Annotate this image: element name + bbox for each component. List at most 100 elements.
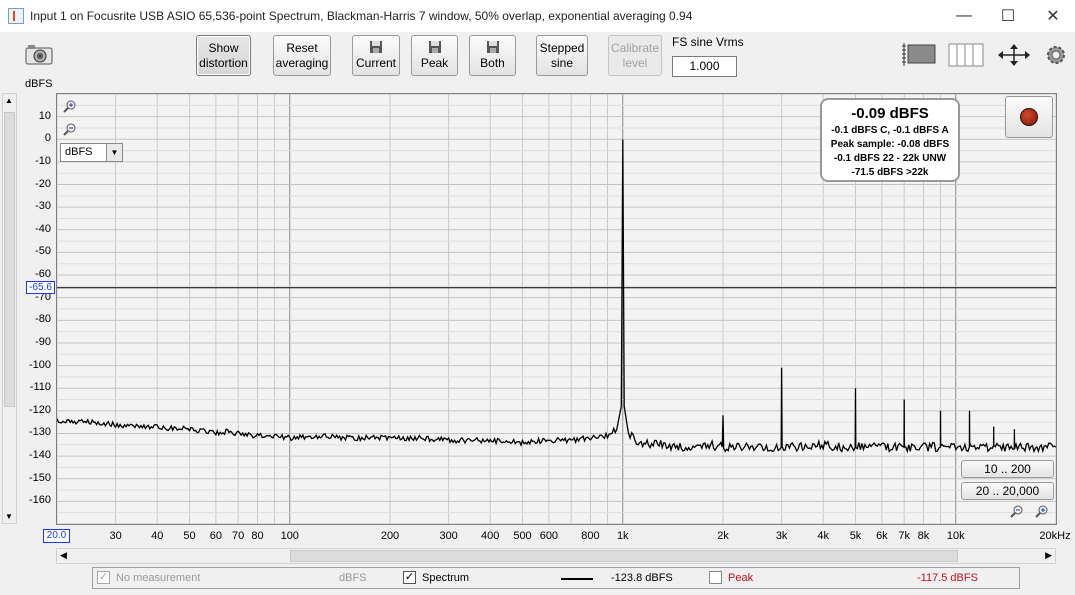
range-10-200-button[interactable]: 10 .. 200 (961, 460, 1054, 478)
stepped-sine-label-1: Stepped (539, 40, 585, 55)
y-tick-label: -120 (28, 403, 51, 416)
x-tick-label: 3k (775, 530, 788, 542)
settings-gear-icon[interactable] (1044, 43, 1068, 67)
y-tick-label: 0 (44, 132, 51, 145)
fs-sine-input[interactable]: 1.000 (672, 56, 737, 77)
move-arrows-icon[interactable] (996, 42, 1032, 68)
y-tick-label: -20 (35, 177, 51, 190)
x-tick-label: 500 (513, 530, 532, 542)
record-button[interactable] (1005, 96, 1053, 138)
x-tick-label: 400 (481, 530, 500, 542)
y-tick-label: 10 (38, 109, 51, 122)
y-tick-label: -140 (28, 449, 51, 462)
x-tick-label: 40 (151, 530, 164, 542)
zoom-out-x-icon[interactable] (1008, 504, 1024, 520)
y-tick-label: -160 (28, 494, 51, 507)
scroll-left-icon[interactable]: ◀ (60, 550, 67, 561)
readout-line-2: Peak sample: -0.08 dBFS (830, 139, 950, 150)
peak-label: Peak (420, 56, 449, 70)
x-tick-label: 600 (539, 530, 559, 542)
x-tick-label: 70 (232, 530, 245, 542)
x-tick-label: 800 (581, 530, 600, 542)
legend-bar: ✓ No measurement dBFS ✓ Spectrum -123.8 … (92, 567, 1020, 589)
record-icon (1020, 108, 1038, 126)
calibrate-level-label-2: level (622, 55, 648, 70)
x-tick-label: 10k (946, 530, 965, 542)
split-view-icon[interactable] (948, 43, 984, 67)
window-title: Input 1 on Focusrite USB ASIO 65,536-poi… (30, 9, 693, 23)
x-start-field[interactable]: 20.0 (43, 529, 70, 543)
current-label: Current (355, 56, 396, 70)
x-tick-label: 8k (917, 530, 930, 542)
unit-dropdown-value: dBFS (65, 146, 93, 158)
scroll-down-icon[interactable]: ▼ (5, 512, 13, 521)
graph-size-icon[interactable] (900, 42, 937, 68)
h-scroll-thumb[interactable] (290, 550, 958, 562)
title-bar: Input 1 on Focusrite USB ASIO 65,536-poi… (0, 0, 1075, 32)
x-end-label: 20kHz (1039, 530, 1071, 542)
spectrum-value: -123.8 dBFS (611, 572, 673, 584)
no-measurement-unit: dBFS (339, 572, 367, 584)
x-tick-label: 60 (209, 530, 222, 542)
y-tick-label: -40 (35, 222, 51, 235)
level-readout: -0.09 dBFS -0.1 dBFS C, -0.1 dBFS A Peak… (820, 98, 960, 182)
peak-legend-label: Peak (728, 572, 754, 584)
save-peak-button[interactable]: Peak (411, 35, 458, 76)
x-tick-label: 4k (817, 530, 830, 542)
zoom-out-y-icon[interactable] (61, 122, 77, 138)
y-tick-label: -150 (28, 471, 51, 484)
x-tick-label: 80 (251, 530, 264, 542)
save-both-button[interactable]: Both (469, 35, 516, 76)
reset-averaging-label-1: Reset (286, 40, 318, 55)
spectrum-checkbox[interactable]: ✓ (403, 571, 416, 584)
reset-averaging-label-2: averaging (275, 55, 329, 70)
y-tick-label: -130 (28, 426, 51, 439)
readout-main: -0.09 dBFS (851, 105, 929, 122)
spectrum-line-swatch (561, 578, 593, 580)
y-axis-unit: dBFS (25, 78, 53, 90)
x-tick-label: 50 (183, 530, 196, 542)
readout-line-3: -0.1 dBFS 22 - 22k UNW (833, 153, 947, 164)
y-tick-label: -80 (35, 313, 51, 326)
x-tick-label: 300 (439, 530, 458, 542)
minimize-button[interactable]: — (941, 0, 987, 32)
scroll-up-icon[interactable]: ▲ (5, 96, 13, 105)
y-tick-label: -60 (35, 268, 51, 281)
show-distortion-button[interactable]: Show distortion (196, 35, 251, 76)
save-current-button[interactable]: Current (352, 35, 400, 76)
calibrate-level-button: Calibrate level (608, 35, 662, 76)
scroll-thumb[interactable] (4, 112, 15, 407)
y-tick-label: -100 (28, 358, 51, 371)
x-tick-label: 100 (280, 530, 299, 542)
y-tick-label: -30 (35, 200, 51, 213)
show-distortion-label-2: distortion (199, 55, 248, 70)
save-disk-icon (370, 41, 382, 53)
stepped-sine-button[interactable]: Stepped sine (536, 35, 588, 76)
x-tick-label: 1k (616, 530, 629, 542)
zoom-in-y-icon[interactable] (61, 99, 77, 115)
x-tick-label: 200 (380, 530, 400, 542)
chevron-down-icon[interactable]: ▼ (106, 144, 122, 161)
save-disk-icon (486, 41, 499, 53)
spectrum-series-line (57, 139, 1056, 454)
no-measurement-checkbox: ✓ (97, 571, 110, 584)
unit-dropdown[interactable]: dBFS ▼ (60, 143, 123, 162)
maximize-button[interactable]: ☐ (985, 0, 1031, 32)
horizontal-scrollbar[interactable]: ◀ ▶ (56, 548, 1056, 564)
zoom-in-x-icon[interactable] (1033, 504, 1049, 520)
fs-sine-label: FS sine Vrms (672, 35, 744, 49)
both-label: Both (480, 56, 505, 70)
range-20-20000-button[interactable]: 20 .. 20,000 (961, 482, 1054, 500)
cursor-readout: -65.6 (26, 281, 55, 294)
close-button[interactable]: ✕ (1030, 0, 1075, 32)
stepped-sine-label-2: sine (550, 55, 573, 70)
vertical-scrollbar[interactable]: ▲ ▼ (2, 93, 17, 524)
peak-checkbox[interactable] (709, 571, 722, 584)
readout-line-1: -0.1 dBFS C, -0.1 dBFS A (831, 125, 949, 136)
camera-icon[interactable] (24, 43, 54, 67)
x-tick-label: 30 (109, 530, 122, 542)
y-tick-label: -90 (35, 335, 51, 348)
peak-legend-value: -117.5 dBFS (917, 572, 978, 584)
scroll-right-icon[interactable]: ▶ (1045, 550, 1052, 561)
reset-averaging-button[interactable]: Reset averaging (273, 35, 331, 76)
